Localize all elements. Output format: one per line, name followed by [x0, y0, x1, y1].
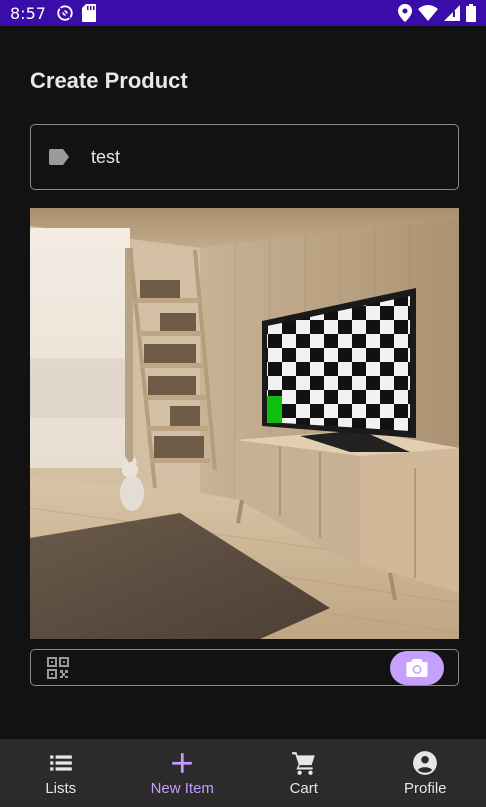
nav-item-cart[interactable]: Cart — [243, 739, 365, 807]
barcode-field[interactable] — [30, 649, 459, 686]
signal-icon — [444, 5, 460, 21]
status-left-icons — [56, 4, 96, 22]
camera-icon — [406, 659, 428, 677]
nav-item-new-item[interactable]: New Item — [122, 739, 244, 807]
nav-label-profile: Profile — [403, 779, 447, 797]
status-time: 8:57 — [10, 3, 46, 23]
wifi-icon — [418, 5, 438, 21]
battery-icon — [466, 4, 476, 22]
nav-label-new-item: New Item — [150, 779, 214, 797]
product-photo — [30, 208, 459, 639]
status-bar: 8:57 — [0, 0, 486, 26]
sd-card-icon — [81, 4, 96, 22]
nav-item-profile[interactable]: Profile — [365, 739, 486, 807]
product-name-value[interactable]: test — [91, 147, 120, 168]
cart-icon — [291, 751, 315, 775]
plus-icon — [172, 752, 192, 773]
nav-item-lists[interactable]: Lists — [0, 739, 122, 807]
product-image[interactable] — [30, 208, 459, 639]
vpn-icon — [57, 5, 73, 21]
qr-code-icon — [47, 656, 69, 679]
label-icon — [49, 149, 69, 165]
status-right-icons — [398, 4, 476, 22]
account-icon — [413, 750, 438, 775]
list-icon — [49, 754, 72, 771]
camera-button[interactable] — [390, 651, 444, 685]
bottom-navigation: Lists New Item Cart Profile — [0, 739, 486, 807]
page-title: Create Product — [30, 68, 188, 93]
nav-label-cart: Cart — [289, 779, 318, 797]
location-icon — [398, 4, 412, 22]
nav-label-lists: Lists — [45, 779, 77, 797]
product-name-field[interactable]: test — [30, 124, 459, 190]
